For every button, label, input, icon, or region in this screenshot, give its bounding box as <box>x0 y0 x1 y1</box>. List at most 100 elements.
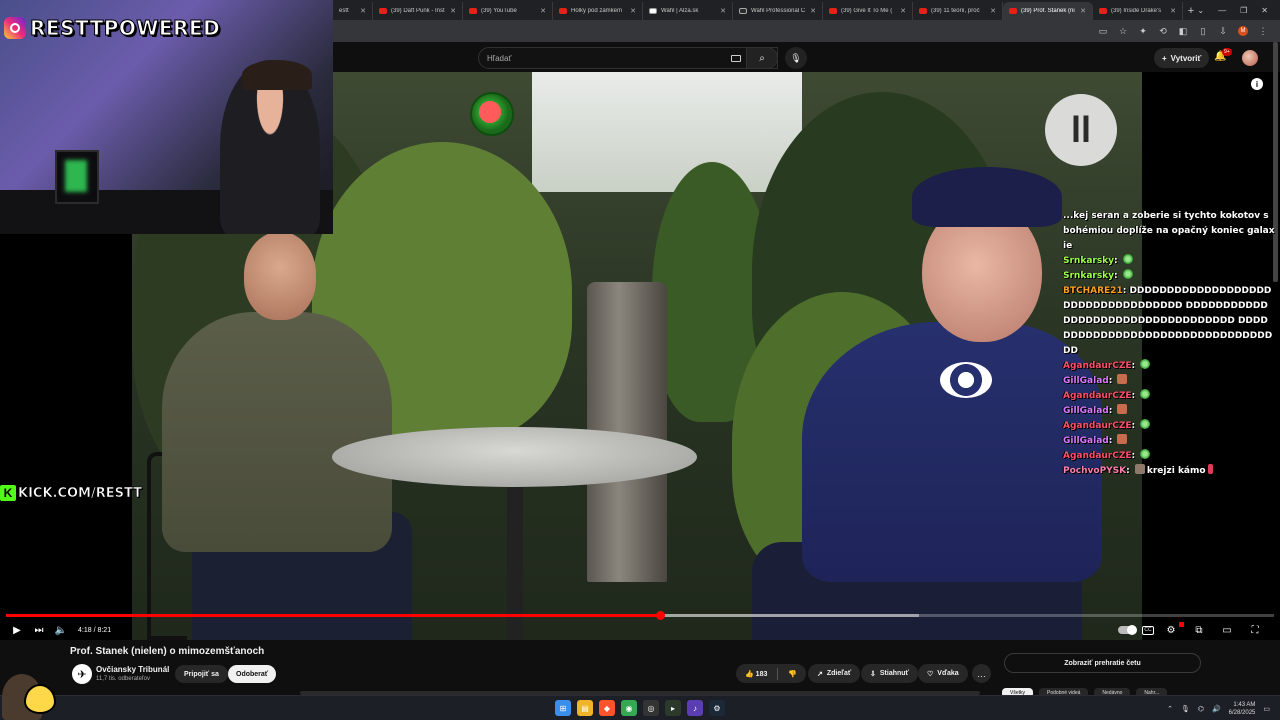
tab-close-icon[interactable]: ✕ <box>900 7 906 15</box>
download-icon[interactable]: ⇩ <box>1218 26 1228 36</box>
tab-close-icon[interactable]: ✕ <box>1170 7 1176 15</box>
browser-tab[interactable]: Wahl Professional C ✕ <box>733 2 823 20</box>
clock-time: 1:43 AM <box>1233 702 1256 708</box>
browser-tab[interactable]: (39) Daft Punk - Inst ✕ <box>373 2 463 20</box>
progress-bar[interactable] <box>6 611 1274 620</box>
theater-mode-icon[interactable]: ▭ <box>1216 625 1238 636</box>
speaker-icon[interactable]: 🔊 <box>1212 705 1221 713</box>
minimize-icon[interactable]: — <box>1218 6 1226 15</box>
sidebar-icon[interactable]: ▯ <box>1198 26 1208 36</box>
profile-avatar[interactable]: M <box>1238 26 1248 36</box>
system-tray: ⌃ 🎙 ⌬ 🔊 1:43 AM 6/28/2025 ▭ <box>1167 698 1270 720</box>
channel-watermark-logo[interactable]: ll <box>1045 94 1117 166</box>
browser-tab[interactable]: (39) YouTube ✕ <box>463 2 553 20</box>
tab-close-icon[interactable]: ✕ <box>720 7 726 15</box>
browser-tab[interactable]: (39) Inside Drake's ✕ <box>1093 2 1183 20</box>
miniplayer-icon[interactable]: ⧉ <box>1188 625 1210 636</box>
play-icon[interactable]: ▶ <box>6 625 28 636</box>
info-icon[interactable]: i <box>1251 78 1263 90</box>
tab-close-icon[interactable]: ✕ <box>540 7 546 15</box>
download-arrow-icon: ⇩ <box>870 670 876 678</box>
chat-username[interactable]: Srnkarsky <box>1063 256 1114 266</box>
tab-search-icon[interactable]: ⌄ <box>1197 6 1204 15</box>
steam-icon[interactable]: ⚙ <box>709 700 725 716</box>
tray-microphone-icon[interactable]: 🎙 <box>1181 705 1190 713</box>
search-placeholder: Hľadať <box>487 53 512 63</box>
tab-close-icon[interactable]: ✕ <box>810 7 816 15</box>
next-icon[interactable]: ⏭ <box>28 625 50 636</box>
search-input[interactable]: Hľadať <box>478 47 778 69</box>
cast-icon[interactable]: ▭ <box>1098 26 1108 36</box>
chrome-icon[interactable]: ◉ <box>621 700 637 716</box>
chat-username[interactable]: AgandaurCZE <box>1063 361 1132 371</box>
translate-icon[interactable]: ⟲ <box>1158 26 1168 36</box>
green-emote-icon <box>1140 389 1151 399</box>
chat-text: DDDDDDDDDDDDDDDDDDDDDDDDDDDDDDDDDDD DDDD… <box>1063 286 1273 356</box>
chat-username[interactable]: Srnkarsky <box>1063 271 1114 281</box>
volume-icon[interactable]: 🔈 <box>50 625 72 636</box>
settings-gear-icon[interactable]: ⚙ <box>1160 621 1184 636</box>
browser-tab[interactable]: (39) Prof. Stanek (ni ✕ <box>1003 2 1093 20</box>
browser-tab[interactable]: Holky pod zámkem ✕ <box>553 2 643 20</box>
show-chat-replay-button[interactable]: Zobraziť prehratie četu <box>1004 653 1201 673</box>
maximize-icon[interactable]: ❐ <box>1240 6 1247 15</box>
start-menu-icon[interactable]: ⊞ <box>555 700 571 716</box>
like-button[interactable]: 👍 183 <box>745 670 767 678</box>
puzzle-icon[interactable]: ◧ <box>1178 26 1188 36</box>
search-button[interactable]: ⌕ <box>746 47 778 69</box>
voice-search-button[interactable]: 🎙 <box>785 47 807 69</box>
join-button[interactable]: Pripojiť sa <box>175 665 228 683</box>
tab-title: (39) YouTube <box>481 8 517 14</box>
chat-username[interactable]: AgandaurCZE <box>1063 451 1132 461</box>
chat-username[interactable]: AgandaurCZE <box>1063 421 1132 431</box>
download-button[interactable]: ⇩ Stiahnuť <box>861 664 918 683</box>
youtube-favicon-icon <box>379 8 387 14</box>
share-button[interactable]: ↗ Zdieľať <box>808 664 861 683</box>
bookmark-star-icon[interactable]: ☆ <box>1118 26 1128 36</box>
terminal-icon[interactable]: ▸ <box>665 700 681 716</box>
chat-colon: : <box>1131 391 1139 401</box>
chat-username[interactable]: PochvoPYSK <box>1063 466 1126 476</box>
tab-close-icon[interactable]: ✕ <box>630 7 636 15</box>
instagram-icon <box>4 17 26 39</box>
kick-icon: K <box>0 485 16 501</box>
browser-tab[interactable]: (39) Give It To Me (✕ <box>823 2 913 20</box>
notification-center-icon[interactable]: ▭ <box>1263 705 1270 713</box>
subtitles-icon[interactable]: CC <box>1142 625 1154 635</box>
tab-close-icon[interactable]: ✕ <box>360 7 366 15</box>
chat-message: GillGalad: <box>1063 374 1275 389</box>
channel-name[interactable]: Ovčiansky Tribunál <box>96 665 169 674</box>
keyboard-icon[interactable] <box>731 55 741 62</box>
obs-icon[interactable]: ◎ <box>643 700 659 716</box>
browser-tab[interactable]: (39) 11 teorií, proč ✕ <box>913 2 1003 20</box>
fullscreen-icon[interactable]: ⛶ <box>1244 625 1266 636</box>
clock[interactable]: 1:43 AM 6/28/2025 <box>1229 701 1256 717</box>
chat-username[interactable]: AgandaurCZE <box>1063 391 1132 401</box>
browser-tab[interactable]: Wahl | Alza.sk ✕ <box>643 2 733 20</box>
tab-close-icon[interactable]: ✕ <box>450 7 456 15</box>
autoplay-toggle[interactable] <box>1118 625 1137 635</box>
browser-tab[interactable]: estt ✕ <box>333 2 373 20</box>
tab-close-icon[interactable]: ✕ <box>1080 7 1086 15</box>
menu-kebab-icon[interactable]: ⋮ <box>1258 26 1268 36</box>
chat-colon: : <box>1108 376 1116 386</box>
close-window-icon[interactable]: ✕ <box>1261 6 1268 15</box>
chat-username[interactable]: GillGalad <box>1063 376 1109 386</box>
network-icon[interactable]: ⌬ <box>1198 705 1204 713</box>
media-app-icon[interactable]: ♪ <box>687 700 703 716</box>
chat-username[interactable]: BTCHARE21 <box>1063 286 1123 296</box>
subscribe-button[interactable]: Odoberať <box>228 665 277 683</box>
thanks-button[interactable]: ♡ Vďaka <box>918 664 968 683</box>
account-avatar[interactable] <box>1242 50 1258 66</box>
file-explorer-icon[interactable]: ▤ <box>577 700 593 716</box>
chat-username[interactable]: GillGalad <box>1063 436 1109 446</box>
dislike-button[interactable]: 👎 <box>788 670 806 678</box>
create-button[interactable]: + Vytvoriť <box>1154 48 1210 68</box>
tray-chevron-icon[interactable]: ⌃ <box>1167 705 1173 713</box>
chat-username[interactable]: GillGalad <box>1063 406 1109 416</box>
channel-avatar[interactable]: ✈ <box>72 664 92 684</box>
more-actions-button[interactable]: … <box>972 664 991 683</box>
extension-icon[interactable]: ✦ <box>1138 26 1148 36</box>
brave-browser-icon[interactable]: ◆ <box>599 700 615 716</box>
tab-close-icon[interactable]: ✕ <box>990 7 996 15</box>
